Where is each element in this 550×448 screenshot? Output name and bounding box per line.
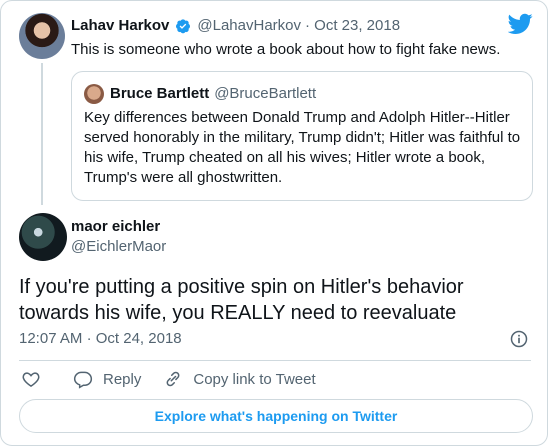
parent-tweet-text: This is someone who wrote a book about h…	[71, 41, 501, 58]
tweet-actions: Reply Copy link to Tweet	[19, 369, 316, 389]
like-button[interactable]	[21, 369, 41, 389]
parent-tweet-header: Lahav Harkov @LahavHarkov · Oct 23, 2018	[71, 17, 400, 34]
author-handle: @BruceBartlett	[214, 85, 317, 102]
heart-icon	[22, 372, 40, 387]
tweet-time: 12:07 AM	[19, 330, 83, 347]
avatar[interactable]	[19, 213, 67, 261]
divider	[19, 360, 531, 361]
author-handle[interactable]: @LahavHarkov	[197, 17, 301, 34]
avatar[interactable]	[19, 13, 65, 59]
author-handle[interactable]: @EichlerMaor	[71, 238, 166, 255]
reply-label: Reply	[103, 370, 142, 388]
quoted-tweet[interactable]: Bruce Bartlett @BruceBartlett Key differ…	[71, 71, 533, 201]
tweet-embed-card: Lahav Harkov @LahavHarkov · Oct 23, 2018…	[0, 0, 548, 446]
quoted-tweet-header: Bruce Bartlett @BruceBartlett	[110, 85, 316, 102]
quoted-tweet-text: Key differences between Donald Trump and…	[84, 109, 521, 186]
copy-link-button[interactable]: Copy link to Tweet	[163, 369, 316, 389]
twitter-bird-icon[interactable]	[508, 13, 533, 35]
tweet-text: If you're putting a positive spin on Hit…	[19, 276, 464, 324]
thread-connector-line	[41, 63, 43, 205]
verified-badge-icon	[176, 18, 191, 33]
info-icon[interactable]	[509, 329, 529, 349]
reply-icon	[73, 371, 93, 389]
explore-twitter-button[interactable]: Explore what's happening on Twitter	[19, 399, 533, 433]
author-name[interactable]: Lahav Harkov	[71, 17, 169, 34]
tweet-date: Oct 24, 2018	[95, 330, 182, 347]
tweet-timestamp[interactable]: 12:07 AM · Oct 24, 2018	[19, 330, 182, 347]
avatar	[84, 84, 104, 104]
separator: ·	[86, 330, 96, 347]
link-icon	[166, 371, 180, 387]
author-name[interactable]: maor eichler	[71, 218, 160, 235]
reply-button[interactable]: Reply	[73, 369, 141, 389]
tweet-date[interactable]: · Oct 23, 2018	[305, 17, 400, 34]
author-name: Bruce Bartlett	[110, 85, 210, 102]
copy-link-label: Copy link to Tweet	[193, 370, 316, 388]
